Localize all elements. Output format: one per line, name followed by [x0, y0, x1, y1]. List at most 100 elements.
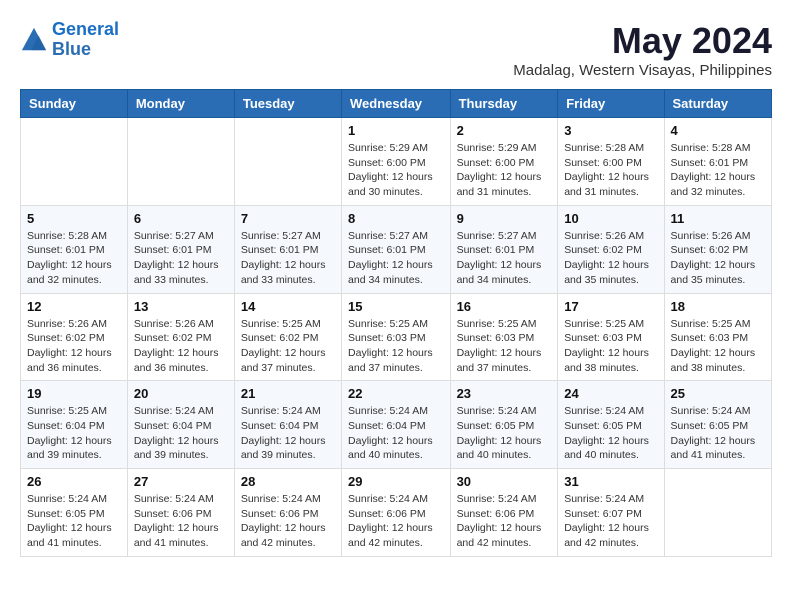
month-title: May 2024	[513, 20, 772, 62]
day-number: 30	[457, 474, 552, 489]
day-number: 20	[134, 386, 228, 401]
calendar-cell: 18 Sunrise: 5:25 AM Sunset: 6:03 PM Dayli…	[664, 293, 771, 381]
day-info: Sunrise: 5:24 AM Sunset: 6:05 PM Dayligh…	[671, 404, 765, 463]
day-number: 16	[457, 299, 552, 314]
day-info: Sunrise: 5:24 AM Sunset: 6:07 PM Dayligh…	[564, 492, 657, 551]
day-number: 18	[671, 299, 765, 314]
day-number: 23	[457, 386, 552, 401]
calendar-week-5: 26 Sunrise: 5:24 AM Sunset: 6:05 PM Dayli…	[21, 469, 772, 557]
day-info: Sunrise: 5:27 AM Sunset: 6:01 PM Dayligh…	[241, 229, 335, 288]
location-title: Madalag, Western Visayas, Philippines	[513, 62, 772, 79]
day-number: 6	[134, 211, 228, 226]
day-number: 12	[27, 299, 121, 314]
calendar-cell	[127, 118, 234, 206]
day-header-sunday: Sunday	[21, 90, 128, 118]
day-info: Sunrise: 5:27 AM Sunset: 6:01 PM Dayligh…	[348, 229, 444, 288]
day-number: 24	[564, 386, 657, 401]
calendar-header-row: SundayMondayTuesdayWednesdayThursdayFrid…	[21, 90, 772, 118]
calendar-cell: 5 Sunrise: 5:28 AM Sunset: 6:01 PM Daylig…	[21, 205, 128, 293]
calendar-week-2: 5 Sunrise: 5:28 AM Sunset: 6:01 PM Daylig…	[21, 205, 772, 293]
calendar-cell: 21 Sunrise: 5:24 AM Sunset: 6:04 PM Dayli…	[234, 381, 341, 469]
calendar-cell: 9 Sunrise: 5:27 AM Sunset: 6:01 PM Daylig…	[450, 205, 558, 293]
day-info: Sunrise: 5:24 AM Sunset: 6:05 PM Dayligh…	[457, 404, 552, 463]
day-number: 11	[671, 211, 765, 226]
calendar-cell: 14Sunrise: 5:25 AM Sunset: 6:02 PM Dayli…	[234, 293, 341, 381]
calendar-cell: 10 Sunrise: 5:26 AM Sunset: 6:02 PM Dayli…	[558, 205, 664, 293]
calendar-cell: 15Sunrise: 5:25 AM Sunset: 6:03 PM Dayli…	[342, 293, 451, 381]
calendar-week-1: 1 Sunrise: 5:29 AM Sunset: 6:00 PM Daylig…	[21, 118, 772, 206]
day-info: Sunrise: 5:29 AM Sunset: 6:00 PM Dayligh…	[348, 141, 444, 200]
day-info: Sunrise: 5:29 AM Sunset: 6:00 PM Dayligh…	[457, 141, 552, 200]
day-header-wednesday: Wednesday	[342, 90, 451, 118]
day-number: 25	[671, 386, 765, 401]
calendar-cell: 17Sunrise: 5:25 AM Sunset: 6:03 PM Dayli…	[558, 293, 664, 381]
day-info: Sunrise: 5:25 AM Sunset: 6:03 PM Dayligh…	[457, 317, 552, 376]
calendar-week-3: 12 Sunrise: 5:26 AM Sunset: 6:02 PM Dayli…	[21, 293, 772, 381]
day-info: Sunrise: 5:24 AM Sunset: 6:04 PM Dayligh…	[241, 404, 335, 463]
day-number: 7	[241, 211, 335, 226]
day-header-saturday: Saturday	[664, 90, 771, 118]
day-info: Sunrise: 5:25 AM Sunset: 6:03 PM Dayligh…	[671, 317, 765, 376]
calendar-cell: 26 Sunrise: 5:24 AM Sunset: 6:05 PM Dayli…	[21, 469, 128, 557]
day-number: 5	[27, 211, 121, 226]
day-number: 9	[457, 211, 552, 226]
logo: General Blue	[20, 20, 119, 60]
logo-line2: Blue	[52, 39, 91, 59]
day-header-monday: Monday	[127, 90, 234, 118]
day-number: 1	[348, 123, 444, 138]
calendar-cell: 31 Sunrise: 5:24 AM Sunset: 6:07 PM Dayli…	[558, 469, 664, 557]
day-number: 2	[457, 123, 552, 138]
calendar-cell: 22Sunrise: 5:24 AM Sunset: 6:04 PM Dayli…	[342, 381, 451, 469]
day-number: 28	[241, 474, 335, 489]
calendar-cell: 8 Sunrise: 5:27 AM Sunset: 6:01 PM Daylig…	[342, 205, 451, 293]
calendar-cell	[664, 469, 771, 557]
calendar-cell: 20Sunrise: 5:24 AM Sunset: 6:04 PM Dayli…	[127, 381, 234, 469]
day-number: 31	[564, 474, 657, 489]
day-info: Sunrise: 5:24 AM Sunset: 6:05 PM Dayligh…	[564, 404, 657, 463]
calendar-cell: 1 Sunrise: 5:29 AM Sunset: 6:00 PM Daylig…	[342, 118, 451, 206]
calendar-cell: 19Sunrise: 5:25 AM Sunset: 6:04 PM Dayli…	[21, 381, 128, 469]
calendar-cell: 24 Sunrise: 5:24 AM Sunset: 6:05 PM Dayli…	[558, 381, 664, 469]
calendar-cell: 27 Sunrise: 5:24 AM Sunset: 6:06 PM Dayli…	[127, 469, 234, 557]
day-number: 13	[134, 299, 228, 314]
calendar-cell: 16 Sunrise: 5:25 AM Sunset: 6:03 PM Dayli…	[450, 293, 558, 381]
calendar-cell: 6 Sunrise: 5:27 AM Sunset: 6:01 PM Daylig…	[127, 205, 234, 293]
day-number: 21	[241, 386, 335, 401]
day-info: Sunrise: 5:28 AM Sunset: 6:01 PM Dayligh…	[27, 229, 121, 288]
calendar-cell: 7 Sunrise: 5:27 AM Sunset: 6:01 PM Daylig…	[234, 205, 341, 293]
day-number: 8	[348, 211, 444, 226]
day-info: Sunrise: 5:24 AM Sunset: 6:06 PM Dayligh…	[134, 492, 228, 551]
day-header-thursday: Thursday	[450, 90, 558, 118]
day-number: 22	[348, 386, 444, 401]
day-info: Sunrise: 5:24 AM Sunset: 6:06 PM Dayligh…	[348, 492, 444, 551]
day-info: Sunrise: 5:25 AM Sunset: 6:04 PM Dayligh…	[27, 404, 121, 463]
day-number: 27	[134, 474, 228, 489]
calendar-cell: 23 Sunrise: 5:24 AM Sunset: 6:05 PM Dayli…	[450, 381, 558, 469]
calendar-week-4: 19Sunrise: 5:25 AM Sunset: 6:04 PM Dayli…	[21, 381, 772, 469]
title-section: May 2024 Madalag, Western Visayas, Phili…	[513, 20, 772, 79]
calendar-cell: 4 Sunrise: 5:28 AM Sunset: 6:01 PM Daylig…	[664, 118, 771, 206]
day-number: 3	[564, 123, 657, 138]
day-number: 10	[564, 211, 657, 226]
day-info: Sunrise: 5:27 AM Sunset: 6:01 PM Dayligh…	[134, 229, 228, 288]
logo-line1: General	[52, 19, 119, 39]
calendar-cell: 25 Sunrise: 5:24 AM Sunset: 6:05 PM Dayli…	[664, 381, 771, 469]
logo-text: General Blue	[52, 20, 119, 60]
calendar-cell: 30Sunrise: 5:24 AM Sunset: 6:06 PM Dayli…	[450, 469, 558, 557]
day-number: 26	[27, 474, 121, 489]
day-info: Sunrise: 5:26 AM Sunset: 6:02 PM Dayligh…	[27, 317, 121, 376]
day-info: Sunrise: 5:24 AM Sunset: 6:05 PM Dayligh…	[27, 492, 121, 551]
day-info: Sunrise: 5:24 AM Sunset: 6:06 PM Dayligh…	[241, 492, 335, 551]
day-number: 17	[564, 299, 657, 314]
day-info: Sunrise: 5:27 AM Sunset: 6:01 PM Dayligh…	[457, 229, 552, 288]
day-info: Sunrise: 5:25 AM Sunset: 6:03 PM Dayligh…	[348, 317, 444, 376]
calendar-cell: 28 Sunrise: 5:24 AM Sunset: 6:06 PM Dayli…	[234, 469, 341, 557]
day-number: 4	[671, 123, 765, 138]
day-info: Sunrise: 5:28 AM Sunset: 6:01 PM Dayligh…	[671, 141, 765, 200]
calendar-cell: 13 Sunrise: 5:26 AM Sunset: 6:02 PM Dayli…	[127, 293, 234, 381]
calendar-cell: 2 Sunrise: 5:29 AM Sunset: 6:00 PM Daylig…	[450, 118, 558, 206]
calendar-cell: 29Sunrise: 5:24 AM Sunset: 6:06 PM Dayli…	[342, 469, 451, 557]
day-info: Sunrise: 5:26 AM Sunset: 6:02 PM Dayligh…	[134, 317, 228, 376]
day-info: Sunrise: 5:26 AM Sunset: 6:02 PM Dayligh…	[564, 229, 657, 288]
day-header-friday: Friday	[558, 90, 664, 118]
